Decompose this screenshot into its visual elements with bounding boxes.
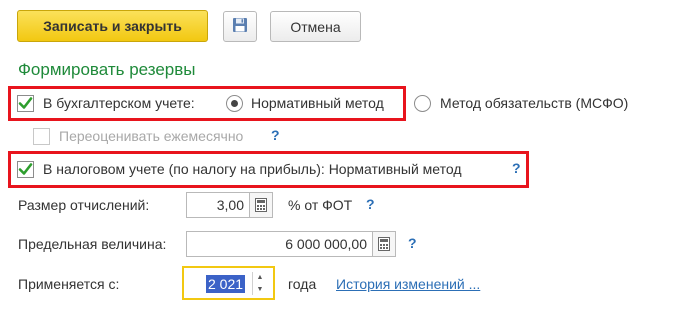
applies-from-label: Применяется с: [18,276,120,292]
deduction-unit: % от ФОТ [288,197,353,213]
history-link[interactable]: История изменений ... [336,276,480,292]
save-and-close-button[interactable]: Записать и закрыть [17,10,208,42]
limit-input[interactable]: 6 000 000,00 [186,231,373,257]
accounting-checkbox[interactable] [17,95,34,112]
save-button[interactable] [223,11,257,42]
revalue-monthly-checkbox[interactable] [33,128,50,145]
spin-up-icon[interactable]: ▲ [257,274,264,281]
radio-normative-method-label[interactable]: Нормативный метод [251,95,384,111]
tax-help-icon[interactable]: ? [512,160,521,176]
revalue-monthly-label: Переоценивать ежемесячно [59,128,244,144]
spin-down-icon[interactable]: ▼ [257,286,264,293]
accounting-checkbox-label[interactable]: В бухгалтерском учете: [43,95,195,111]
year-unit: года [288,276,317,292]
floppy-disk-icon [232,17,248,36]
deduction-help-icon[interactable]: ? [366,196,375,212]
radio-liability-method-label[interactable]: Метод обязательств (МСФО) [440,95,628,111]
revalue-help-icon[interactable]: ? [271,127,280,143]
calculator-icon [255,198,267,212]
year-spinner[interactable]: ▲ ▼ [252,272,267,295]
radio-selected-dot [231,100,238,107]
limit-help-icon[interactable]: ? [408,235,417,251]
section-title: Формировать резервы [18,60,196,79]
limit-label: Предельная величина: [18,236,167,252]
deduction-input[interactable]: 3,00 [186,192,250,218]
checkmark-icon [18,163,33,175]
deduction-label: Размер отчислений: [18,197,150,213]
calculator-icon [378,237,390,251]
deduction-calculator-button[interactable] [249,192,273,218]
tax-checkbox[interactable] [17,161,34,178]
checkmark-icon [18,97,33,109]
year-value: 2 021 [206,275,246,293]
cancel-button[interactable]: Отмена [270,11,361,42]
limit-calculator-button[interactable] [372,231,396,257]
radio-normative-method[interactable] [226,95,243,112]
tax-checkbox-label[interactable]: В налоговом учете (по налогу на прибыль)… [43,161,462,177]
year-input[interactable]: 2 021 ▲ ▼ [182,266,275,300]
radio-liability-method[interactable] [414,95,431,112]
